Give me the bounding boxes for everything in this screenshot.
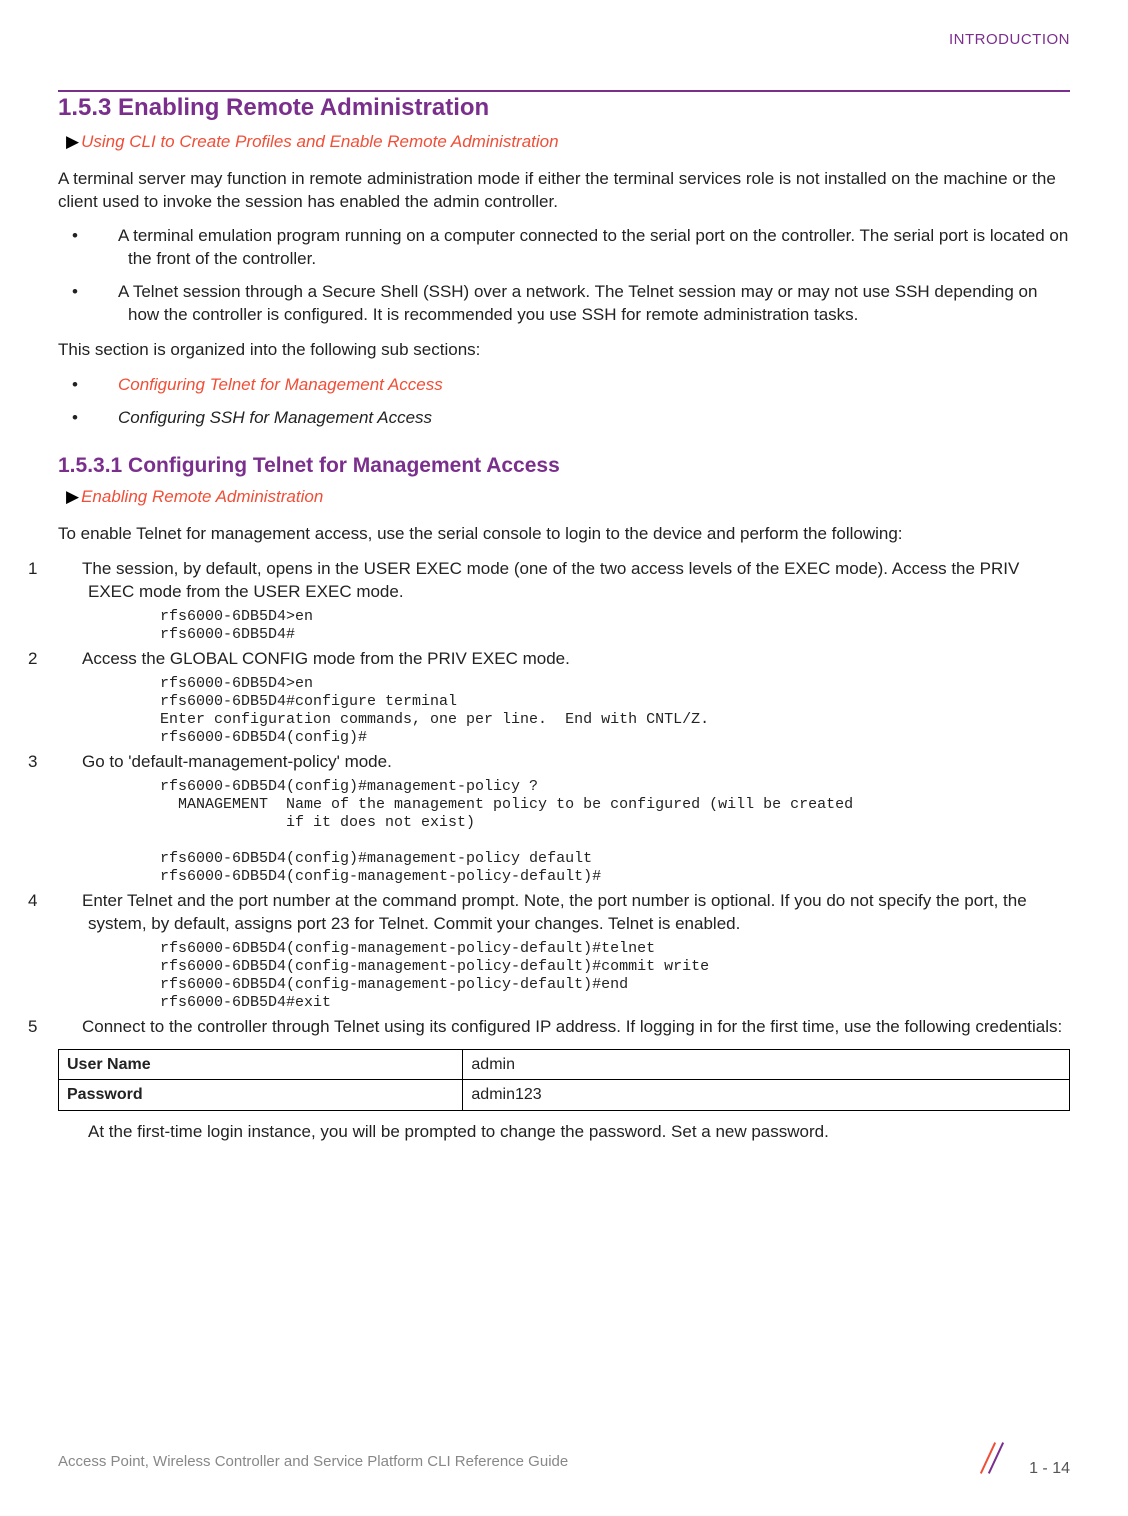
- footer-page-number: 1 - 14: [1029, 1460, 1070, 1477]
- intro-bullets: •A terminal emulation program running on…: [58, 225, 1070, 327]
- step-text: Enter Telnet and the port number at the …: [82, 891, 1027, 933]
- cred-label-user: User Name: [59, 1049, 463, 1080]
- bullet-icon: •: [100, 225, 118, 248]
- bullet-icon: •: [100, 374, 118, 397]
- bullet-text: A Telnet session through a Secure Shell …: [118, 282, 1037, 324]
- code-block: rfs6000-6DB5D4>en rfs6000-6DB5D4#configu…: [160, 675, 1070, 747]
- step-1: 1The session, by default, opens in the U…: [58, 558, 1070, 644]
- table-row: Password admin123: [59, 1080, 1070, 1111]
- section-intro: A terminal server may function in remote…: [58, 168, 1070, 214]
- bullet-item: •A Telnet session through a Secure Shell…: [58, 281, 1070, 327]
- footer-guide-title: Access Point, Wireless Controller and Se…: [58, 1452, 568, 1472]
- procedure-steps: 1The session, by default, opens in the U…: [58, 558, 1070, 1039]
- cred-label-pass: Password: [59, 1080, 463, 1111]
- credentials-table: User Name admin Password admin123: [58, 1049, 1070, 1111]
- section-heading: 1.5.3 Enabling Remote Administration: [58, 92, 1070, 124]
- page-footer: Access Point, Wireless Controller and Se…: [0, 1443, 1128, 1480]
- step-text: Access the GLOBAL CONFIG mode from the P…: [82, 649, 570, 668]
- step-text: Go to 'default-management-policy' mode.: [82, 752, 392, 771]
- breadcrumb-text: Using CLI to Create Profiles and Enable …: [81, 132, 559, 151]
- subsection-link-telnet[interactable]: •Configuring Telnet for Management Acces…: [58, 374, 1070, 397]
- step-number: 3: [58, 751, 82, 774]
- cred-value-user: admin: [463, 1049, 1070, 1080]
- cred-value-pass: admin123: [463, 1080, 1070, 1111]
- code-block: rfs6000-6DB5D4(config-management-policy-…: [160, 940, 1070, 1012]
- code-block: rfs6000-6DB5D4(config)#management-policy…: [160, 778, 1070, 886]
- bullet-icon: •: [100, 281, 118, 304]
- step-number: 5: [58, 1016, 82, 1039]
- link-text: Configuring Telnet for Management Access: [118, 375, 443, 394]
- subsection-heading: 1.5.3.1 Configuring Telnet for Managemen…: [58, 452, 1070, 480]
- subsection-list: •Configuring Telnet for Management Acces…: [58, 374, 1070, 430]
- subsection-intro: To enable Telnet for management access, …: [58, 523, 1070, 546]
- bullet-item: •A terminal emulation program running on…: [58, 225, 1070, 271]
- breadcrumb-arrow-icon: ▶: [66, 132, 79, 151]
- step-number: 4: [58, 890, 82, 913]
- step-3: 3Go to 'default-management-policy' mode.…: [58, 751, 1070, 886]
- step-2: 2Access the GLOBAL CONFIG mode from the …: [58, 648, 1070, 747]
- bullet-text: A terminal emulation program running on …: [118, 226, 1068, 268]
- step-5: 5Connect to the controller through Telne…: [58, 1016, 1070, 1039]
- step-text: The session, by default, opens in the US…: [82, 559, 1019, 601]
- subsection-breadcrumb[interactable]: ▶Enabling Remote Administration: [66, 486, 1070, 509]
- table-row: User Name admin: [59, 1049, 1070, 1080]
- subsections-intro: This section is organized into the follo…: [58, 339, 1070, 362]
- subsection-link-ssh[interactable]: •Configuring SSH for Management Access: [58, 407, 1070, 430]
- step-number: 1: [58, 558, 82, 581]
- footer-slash-icon: [973, 1443, 1013, 1473]
- step-text: Connect to the controller through Telnet…: [82, 1017, 1062, 1036]
- code-block: rfs6000-6DB5D4>en rfs6000-6DB5D4#: [160, 608, 1070, 644]
- section-breadcrumb[interactable]: ▶Using CLI to Create Profiles and Enable…: [66, 131, 1070, 154]
- link-text: Configuring SSH for Management Access: [118, 408, 432, 427]
- step-number: 2: [58, 648, 82, 671]
- bullet-icon: •: [100, 407, 118, 430]
- breadcrumb-arrow-icon: ▶: [66, 487, 79, 506]
- breadcrumb-text: Enabling Remote Administration: [81, 487, 323, 506]
- step-4: 4Enter Telnet and the port number at the…: [58, 890, 1070, 1012]
- post-table-note: At the first-time login instance, you wi…: [88, 1121, 1070, 1144]
- chapter-header: INTRODUCTION: [58, 30, 1070, 50]
